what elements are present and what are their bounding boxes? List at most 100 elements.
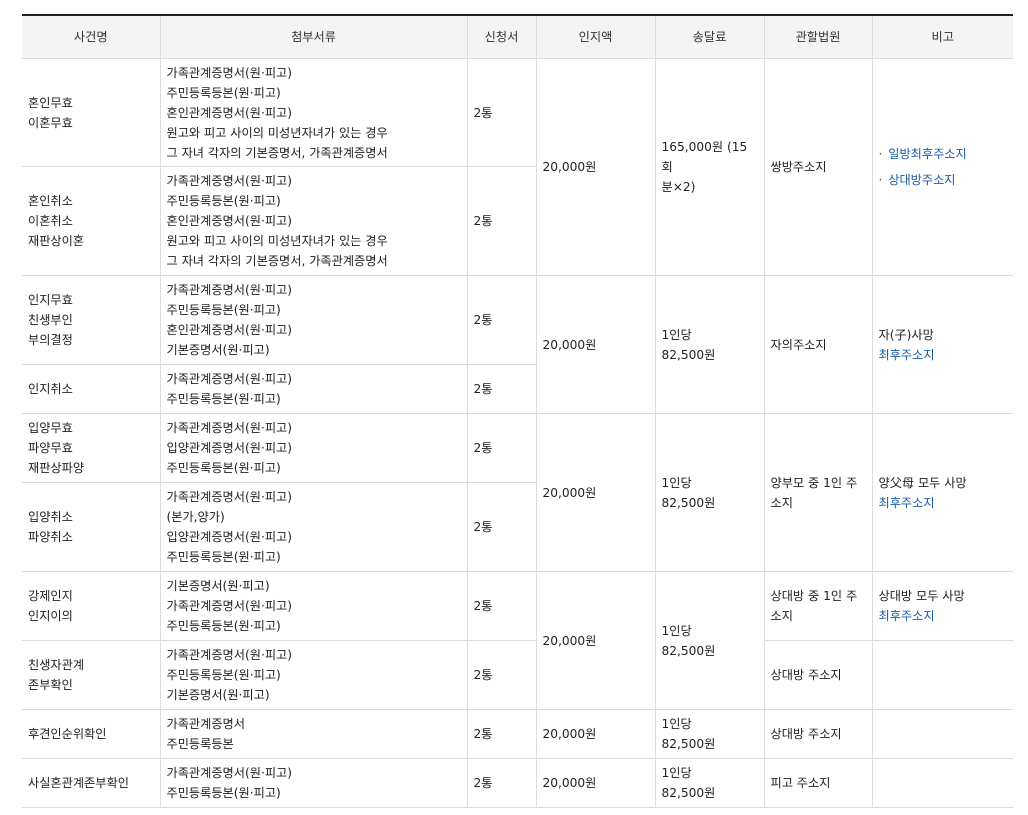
attachments-cell: 가족관계증명서(원·피고) 입양관계증명서(원·피고) 주민등록등본(원·피고)	[159, 413, 467, 483]
court-cell: 상대방 중 1인 주소지	[763, 571, 872, 641]
case-name: 후견인순위확인	[28, 727, 107, 741]
remarks-cell: 상대방 모두 사망 최후주소지	[871, 571, 1013, 641]
case-name-cell: 혼인무효 이혼무효	[22, 58, 160, 167]
court-cell: 피고 주소지	[763, 758, 872, 808]
application-count: 2통	[466, 571, 536, 641]
document-item: 기본증명서(원·피고)	[166, 579, 270, 593]
remark-text: 양父母 모두 사망	[878, 475, 967, 490]
remark-link[interactable]: 일방최후주소지	[879, 144, 1008, 164]
document-item: 주민등록등본(원·피고)	[166, 461, 281, 475]
application-count: 2통	[466, 709, 536, 759]
postage-cell: 1인당 82,500원	[654, 571, 764, 710]
stamp-fee-cell: 20,000원	[535, 58, 655, 276]
document-item: 주민등록등본(원·피고)	[166, 194, 281, 208]
case-name: 강제인지	[28, 589, 73, 603]
court-cell: 양부모 중 1인 주소지	[763, 413, 872, 572]
stamp-fee-cell: 20,000원	[535, 275, 655, 414]
document-item: 주민등록등본	[166, 737, 234, 751]
postage-line: 1인당	[661, 327, 692, 342]
postage-line: 82,500원	[661, 737, 716, 751]
case-name: 입양취소	[28, 510, 73, 524]
stamp-fee-cell: 20,000원	[535, 758, 655, 808]
postage-line: 1인당	[661, 623, 692, 638]
case-name-cell: 인지무효 친생부인 부의결정	[22, 275, 160, 365]
case-name: 친생자관계	[28, 658, 85, 672]
document-item: (본가,양가)	[166, 510, 225, 524]
table-row: 입양무효 파양무효 재판상파양 가족관계증명서(원·피고) 입양관계증명서(원·…	[22, 413, 1013, 572]
attachments-cell: 기본증명서(원·피고) 가족관계증명서(원·피고) 주민등록등본(원·피고)	[159, 571, 467, 641]
remarks-cell: 일방최후주소지 상대방주소지	[871, 58, 1013, 276]
document-item: 혼인관계증명서(원·피고)	[166, 214, 293, 228]
header-case-name: 사건명	[22, 14, 160, 59]
stamp-fee-cell: 20,000원	[535, 571, 655, 710]
case-name: 혼인취소	[28, 194, 73, 208]
attachments-cell: 가족관계증명서 주민등록등본	[159, 709, 467, 759]
document-item: 주민등록등본(원·피고)	[166, 392, 281, 406]
document-item: 가족관계증명서(원·피고)	[166, 283, 293, 297]
case-name: 재판상이혼	[28, 234, 85, 248]
case-name: 친생부인	[28, 313, 73, 327]
postage-cell: 1인당 82,500원	[654, 413, 764, 572]
table-row: 친생자관계 존부확인 가족관계증명서(원·피고) 주민등록등본(원·피고) 기본…	[22, 640, 1013, 710]
document-item: 가족관계증명서(원·피고)	[166, 174, 293, 188]
case-name: 인지이의	[28, 609, 73, 623]
litigation-fee-table: 사건명 첨부서류 신청서 인지액 송달료 관할법원 비고 혼인무효 이혼무효 가…	[22, 14, 1013, 808]
remark-text: 상대방 모두 사망	[878, 589, 965, 603]
case-name: 재판상파양	[28, 461, 85, 475]
document-item: 주민등록등본(원·피고)	[166, 619, 281, 633]
case-name: 인지무효	[28, 293, 73, 307]
case-name: 입양무효	[28, 421, 73, 435]
postage-line: 1인당	[661, 717, 692, 731]
postage-line: 1인당	[661, 475, 692, 490]
case-name: 혼인무효	[28, 95, 73, 110]
case-name-cell: 친생자관계 존부확인	[22, 640, 160, 710]
postage-cell: 1인당 82,500원	[654, 275, 764, 414]
postage-line: 1인당	[661, 766, 692, 780]
application-count: 2통	[466, 58, 536, 167]
case-name-cell: 후견인순위확인	[22, 709, 160, 759]
court-cell: 상대방 주소지	[763, 709, 872, 759]
table-row: 강제인지 인지이의 기본증명서(원·피고) 가족관계증명서(원·피고) 주민등록…	[22, 571, 1013, 710]
application-count: 2통	[466, 364, 536, 414]
header-attachments: 첨부서류	[159, 14, 467, 59]
remarks-cell	[871, 758, 1013, 808]
court-cell: 쌍방주소지	[763, 58, 872, 276]
case-name: 존부확인	[28, 678, 73, 692]
document-item: 기본증명서(원·피고)	[166, 343, 270, 357]
court-cell: 상대방 주소지	[763, 640, 872, 710]
attachments-cell: 가족관계증명서(원·피고) 주민등록등본(원·피고) 혼인관계증명서(원·피고)…	[159, 166, 467, 276]
case-name: 이혼무효	[28, 115, 73, 130]
attachments-cell: 가족관계증명서(원·피고) 주민등록등본(원·피고) 기본증명서(원·피고)	[159, 640, 467, 710]
document-item: 주민등록등본(원·피고)	[166, 786, 281, 800]
document-item: 그 자녀 각자의 기본증명서, 가족관계증명서	[166, 145, 388, 160]
court-cell: 자의주소지	[763, 275, 872, 414]
table-header-row: 사건명 첨부서류 신청서 인지액 송달료 관할법원 비고	[22, 14, 1013, 59]
remark-link[interactable]: 상대방주소지	[879, 170, 1008, 190]
document-item: 가족관계증명서(원·피고)	[166, 421, 293, 435]
remark-link[interactable]: 최후주소지	[879, 606, 1008, 626]
application-count: 2통	[466, 482, 536, 572]
document-item: 기본증명서(원·피고)	[166, 688, 270, 702]
header-application: 신청서	[466, 14, 536, 59]
document-item: 가족관계증명서	[166, 717, 246, 731]
document-item: 가족관계증명서(원·피고)	[166, 648, 293, 662]
postage-line: 82,500원	[661, 643, 716, 658]
document-item: 그 자녀 각자의 기본증명서, 가족관계증명서	[166, 254, 388, 268]
document-item: 원고와 피고 사이의 미성년자녀가 있는 경우	[166, 234, 388, 248]
postage-cell: 1인당 82,500원	[654, 758, 764, 808]
document-item: 주민등록등본(원·피고)	[166, 668, 281, 682]
remark-link[interactable]: 최후주소지	[879, 493, 1008, 513]
case-name: 인지취소	[28, 382, 73, 396]
document-item: 주민등록등본(원·피고)	[166, 550, 281, 564]
case-name: 사실혼관계존부확인	[28, 776, 129, 790]
remarks-cell	[871, 640, 1013, 710]
document-item: 가족관계증명서(원·피고)	[166, 599, 293, 613]
remarks-cell: 자(子)사망 최후주소지	[871, 275, 1013, 414]
attachments-cell: 가족관계증명서(원·피고) 주민등록등본(원·피고)	[159, 364, 467, 414]
stamp-fee-cell: 20,000원	[535, 709, 655, 759]
remark-link[interactable]: 최후주소지	[879, 345, 1008, 365]
postage-line: 82,500원	[661, 495, 716, 510]
remarks-cell	[871, 709, 1013, 759]
case-name: 파양무효	[28, 441, 73, 455]
table-row: 후견인순위확인 가족관계증명서 주민등록등본 2통 20,000원 1인당 82…	[22, 709, 1013, 759]
